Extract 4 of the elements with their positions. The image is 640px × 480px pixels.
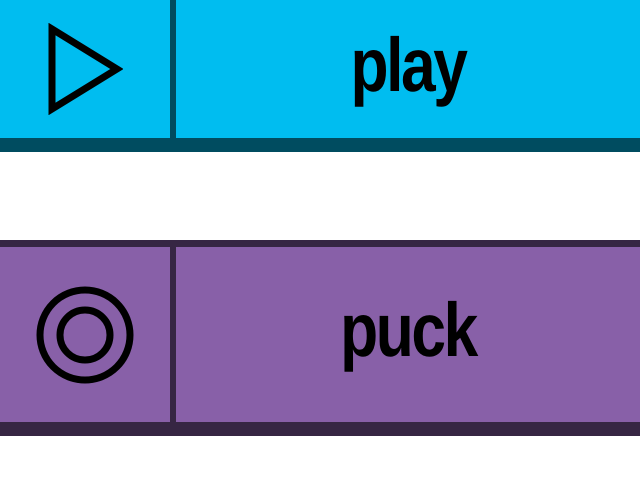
play-icon	[47, 23, 123, 115]
target-button[interactable]: puck	[0, 240, 640, 436]
target-icon	[35, 284, 135, 384]
play-button[interactable]: play	[0, 0, 640, 152]
